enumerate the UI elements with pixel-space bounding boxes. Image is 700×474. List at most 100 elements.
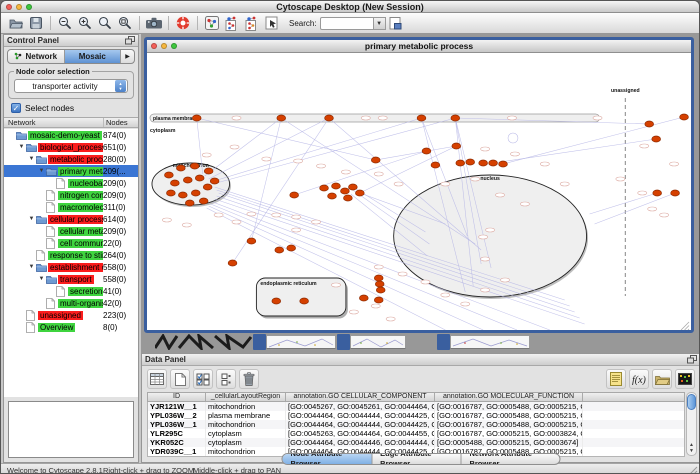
network-node[interactable] [190, 163, 199, 169]
search-dropdown-arrow-icon[interactable]: ▼ [374, 17, 386, 30]
tree-row[interactable]: unassigned223(0) [4, 309, 138, 321]
table-row[interactable]: YPL036W__1mitochondrion[GO:0044464, GO:0… [148, 420, 684, 429]
column-header-region[interactable]: _cellularLayoutRegion [206, 393, 286, 401]
network-node[interactable] [355, 190, 364, 196]
tree-row[interactable]: mosaic-demo-yeast874(0) [4, 129, 138, 141]
tab-mosaic[interactable]: Mosaic [65, 50, 122, 63]
tree-row[interactable]: nucleobase-209(0) [4, 177, 138, 189]
tree-expander-icon[interactable]: ▼ [27, 156, 36, 162]
tree-row[interactable]: Overview8(0) [4, 321, 138, 333]
network-node[interactable] [375, 281, 384, 287]
network-node[interactable] [671, 190, 680, 196]
export-network-icon[interactable] [243, 14, 261, 32]
network-node[interactable] [204, 168, 213, 174]
tab-node-attribute-browser[interactable]: Node Attribute Browser [283, 454, 373, 464]
resize-grip-icon[interactable] [688, 466, 698, 474]
tree-column-network[interactable]: Network [4, 118, 104, 127]
tree-row[interactable]: ▼biological_process651(0) [4, 141, 138, 153]
network-node[interactable] [320, 185, 329, 191]
network-node[interactable] [185, 200, 194, 206]
table-row[interactable]: YPL036W__2plasma membrane[GO:0044464, GO… [148, 411, 684, 420]
tree-expander-icon[interactable]: ▼ [37, 168, 46, 174]
network-node[interactable] [374, 275, 383, 281]
tab-edge-attribute-browser[interactable]: Edge Attribute Browser [372, 454, 461, 464]
zoom-in-icon[interactable] [76, 14, 94, 32]
network-node[interactable] [247, 238, 256, 244]
float-panel-icon[interactable] [687, 355, 697, 364]
table-scrollbar[interactable]: ▲▼ [686, 392, 697, 456]
tree-column-nodes[interactable]: Nodes [104, 118, 138, 127]
network-view-window[interactable]: primary metabolic process plasma membran… [144, 37, 694, 333]
network-node[interactable] [341, 188, 350, 194]
network-node[interactable] [210, 178, 219, 184]
tab-network-attribute-browser[interactable]: Network Attribute Browser [461, 454, 559, 464]
network-node[interactable] [325, 115, 334, 121]
open-file-button[interactable] [7, 14, 25, 32]
zoom-selected-icon[interactable] [116, 14, 134, 32]
scrollbar-thumb[interactable] [687, 394, 696, 410]
network-node[interactable] [328, 193, 337, 199]
import-network-icon[interactable] [223, 14, 241, 32]
tree-row[interactable]: nitrogen compo209(0) [4, 189, 138, 201]
column-header-cellular-component[interactable]: annotation.GO CELLULAR_COMPONENT [286, 393, 435, 401]
tree-row[interactable]: ▼establishment of lo558(0) [4, 261, 138, 273]
tree-row[interactable]: multi-organism pro42(0) [4, 297, 138, 309]
select-nodes-checkbox[interactable]: ✓ [11, 103, 21, 113]
tree-expander-icon[interactable]: ▼ [37, 276, 46, 282]
table-row[interactable]: YLR295Ccytoplasm[GO:0045263, GO:0044464,… [148, 429, 684, 438]
table-row[interactable]: YKR052Ccytoplasm[GO:0044464, GO:0044446,… [148, 438, 684, 447]
network-canvas-container[interactable]: plasma membranecytoplasmmitochondrionnuc… [147, 54, 691, 330]
zoom-fit-icon[interactable] [96, 14, 114, 32]
network-node[interactable] [165, 172, 174, 178]
network-node[interactable] [344, 195, 353, 201]
network-node[interactable] [489, 160, 498, 166]
network-node[interactable] [203, 184, 212, 190]
tree-row[interactable]: ▼metabolic process280(0) [4, 153, 138, 165]
help-lifesaver-icon[interactable] [174, 14, 192, 32]
new-attribute-icon[interactable] [170, 369, 190, 389]
tree-row[interactable]: cellular metabo209(0) [4, 225, 138, 237]
network-node[interactable] [499, 161, 508, 167]
canvas-resize-grip-icon[interactable] [681, 322, 689, 330]
network-node[interactable] [192, 115, 201, 121]
network-node[interactable] [417, 115, 426, 121]
network-node[interactable] [376, 287, 385, 293]
network-node[interactable] [166, 190, 175, 196]
search-settings-icon[interactable] [387, 14, 405, 32]
network-node[interactable] [479, 160, 488, 166]
zoom-out-icon[interactable] [56, 14, 74, 32]
column-header-molecular-function[interactable]: annotation.GO MOLECULAR_FUNCTION [435, 393, 583, 401]
network-node[interactable] [228, 260, 237, 266]
attribute-mode-icon[interactable] [216, 369, 236, 389]
tree-expander-icon[interactable]: ▼ [27, 216, 36, 222]
network-window-titlebar[interactable]: primary metabolic process [147, 40, 691, 53]
select-attributes-icon[interactable] [193, 369, 213, 389]
tree-row[interactable]: ▼cellular process614(0) [4, 213, 138, 225]
search-input[interactable] [320, 17, 374, 30]
network-node[interactable] [277, 115, 286, 121]
network-node[interactable] [287, 245, 296, 251]
network-node[interactable] [653, 190, 662, 196]
network-node[interactable] [290, 192, 299, 198]
network-node[interactable] [451, 115, 460, 121]
vizmapper-icon[interactable] [203, 14, 221, 32]
network-canvas[interactable]: plasma membranecytoplasmmitochondrionnuc… [147, 54, 691, 330]
network-node[interactable] [332, 183, 341, 189]
network-node[interactable] [183, 177, 192, 183]
tree-expander-icon[interactable]: ▼ [27, 264, 36, 270]
network-node[interactable] [178, 192, 187, 198]
network-node[interactable] [431, 162, 440, 168]
tree-row[interactable]: ▼primary metabo209(... [4, 165, 138, 177]
tree-row[interactable]: ▼transport558(0) [4, 273, 138, 285]
network-node[interactable] [176, 165, 185, 171]
network-node[interactable] [199, 198, 208, 204]
network-node[interactable] [191, 190, 200, 196]
network-node[interactable] [359, 295, 368, 301]
network-node[interactable] [456, 160, 465, 166]
network-node[interactable] [466, 159, 475, 165]
network-node[interactable] [422, 148, 431, 154]
scrollbar-arrows[interactable]: ▲▼ [687, 442, 696, 454]
table-mode-icon[interactable] [147, 369, 167, 389]
batch-edit-icon[interactable] [606, 369, 626, 389]
table-row[interactable]: YJR121W__1mitochondrion[GO:0045267, GO:0… [148, 402, 684, 411]
